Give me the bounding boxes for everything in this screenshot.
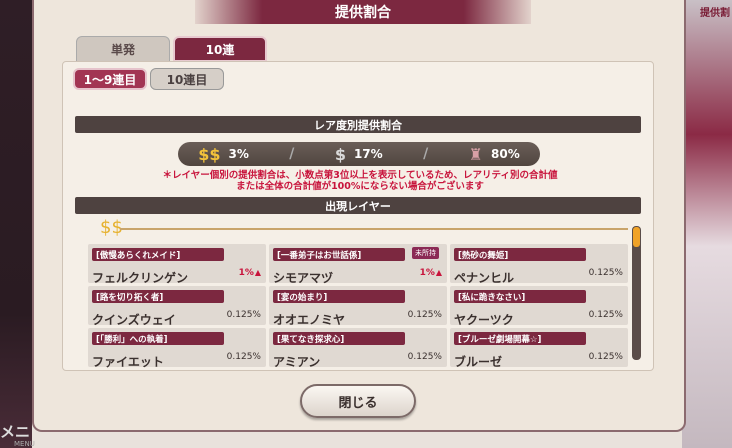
note-line: ＊レイヤー個別の提供割合は、小数点第3位以上を表示しているため、レアリティ別の合… bbox=[162, 170, 558, 181]
rarity-rate-r: ♜ 80% bbox=[469, 145, 520, 164]
layer-name: フェルクリンゲン bbox=[92, 271, 189, 285]
layer-title-tag: [「勝利」への執着] bbox=[92, 332, 224, 345]
layer-rate: 0.125% bbox=[588, 268, 623, 278]
layer-title-tag: [私に跪きなさい] bbox=[454, 290, 586, 303]
divider: / bbox=[289, 146, 295, 162]
subtab-tenth[interactable]: 10連目 bbox=[150, 68, 224, 90]
layer-rate: 1% bbox=[239, 268, 261, 278]
scrollbar-thumb[interactable] bbox=[633, 227, 640, 247]
rate-note: ＊レイヤー個別の提供割合は、小数点第3位以上を表示しているため、レアリティ別の合… bbox=[120, 170, 600, 192]
tab-ten[interactable]: 10連 bbox=[173, 36, 267, 62]
rate-value: 17% bbox=[353, 147, 383, 161]
ssr-icon: $$ bbox=[198, 144, 221, 164]
layer-rate: 0.125% bbox=[226, 310, 261, 320]
background-right-banner: 提供割 bbox=[682, 0, 732, 448]
menu-label[interactable]: メニ bbox=[0, 421, 30, 442]
subtab-first-nine[interactable]: 1～9連目 bbox=[73, 68, 147, 90]
layer-title-tag: [果てなき探求心] bbox=[273, 332, 405, 345]
rarity-rate-sr: $ 17% bbox=[335, 145, 383, 164]
rate-value: 3% bbox=[228, 147, 249, 161]
layer-title-tag: [路を切り拓く者] bbox=[92, 290, 224, 303]
list-scrollbar[interactable] bbox=[632, 226, 641, 360]
rarity-group-line bbox=[120, 228, 628, 230]
sr-icon: $ bbox=[334, 144, 346, 164]
layer-card[interactable]: [宴の始まり] オオエノミヤ 0.125% bbox=[269, 286, 447, 327]
layer-card[interactable]: [傲慢あらくれメイド] フェルクリンゲン 1% bbox=[88, 244, 266, 285]
rarity-section-heading: レア度別提供割合 bbox=[75, 116, 641, 133]
layer-list[interactable]: [傲慢あらくれメイド] フェルクリンゲン 1% [一番弟子はお世話係] 未所持シモアマヅ… bbox=[88, 244, 628, 368]
rarity-rate-ssr: $$ 3% bbox=[198, 145, 249, 164]
rate-value: 80% bbox=[491, 147, 520, 161]
dialog-title: 提供割合 bbox=[195, 0, 531, 24]
note-line: または全体の合計値が100%にならない場合がございます bbox=[236, 181, 484, 192]
layer-card[interactable]: [私に跪きなさい] ヤクーツク 0.125% bbox=[450, 286, 628, 327]
layer-rate: 0.125% bbox=[407, 310, 442, 320]
rarity-group-row: $$ bbox=[100, 217, 628, 238]
layer-title-tag: [一番弟子はお世話係] bbox=[273, 248, 405, 261]
layer-rate: 0.125% bbox=[588, 310, 623, 320]
layer-card[interactable]: [熱砂の舞姫] ペナンヒル 0.125% bbox=[450, 244, 628, 285]
layer-rate: 0.125% bbox=[407, 352, 442, 362]
layer-rate: 0.125% bbox=[226, 352, 261, 362]
layer-card[interactable]: [「勝利」への執着] ファイエット 0.125% bbox=[88, 328, 266, 368]
menu-sublabel: MENU bbox=[14, 440, 35, 448]
background-left-panel: メニ MENU bbox=[0, 0, 35, 448]
layer-title-tag: [ブルーゼ劇場開幕☆] bbox=[454, 332, 586, 345]
r-icon: ♜ bbox=[468, 144, 483, 164]
close-button[interactable]: 閉じる bbox=[300, 384, 416, 418]
layer-rate: 0.125% bbox=[588, 352, 623, 362]
unowned-badge: 未所持 bbox=[412, 247, 439, 259]
layer-card[interactable]: [一番弟子はお世話係] 未所持シモアマヅ 1% bbox=[269, 244, 447, 285]
layer-title-tag: [熱砂の舞姫] bbox=[454, 248, 586, 261]
layers-section-heading: 出現レイヤー bbox=[75, 197, 641, 214]
background-corner-text: 提供割 bbox=[700, 8, 730, 19]
layer-card[interactable]: [果てなき探求心] アミアン 0.125% bbox=[269, 328, 447, 368]
layer-name: シモアマヅ bbox=[273, 271, 334, 285]
layer-card[interactable]: [路を切り拓く者] クインズウェイ 0.125% bbox=[88, 286, 266, 327]
rarity-rates: $$ 3% / $ 17% / ♜ 80% bbox=[178, 142, 540, 166]
layer-rate: 1% bbox=[420, 268, 442, 278]
layer-title-tag: [宴の始まり] bbox=[273, 290, 405, 303]
tab-single[interactable]: 単発 bbox=[76, 36, 170, 62]
layer-card[interactable]: [ブルーゼ劇場開幕☆] ブルーゼ 0.125% bbox=[450, 328, 628, 368]
divider: / bbox=[423, 146, 429, 162]
layer-title-tag: [傲慢あらくれメイド] bbox=[92, 248, 224, 261]
